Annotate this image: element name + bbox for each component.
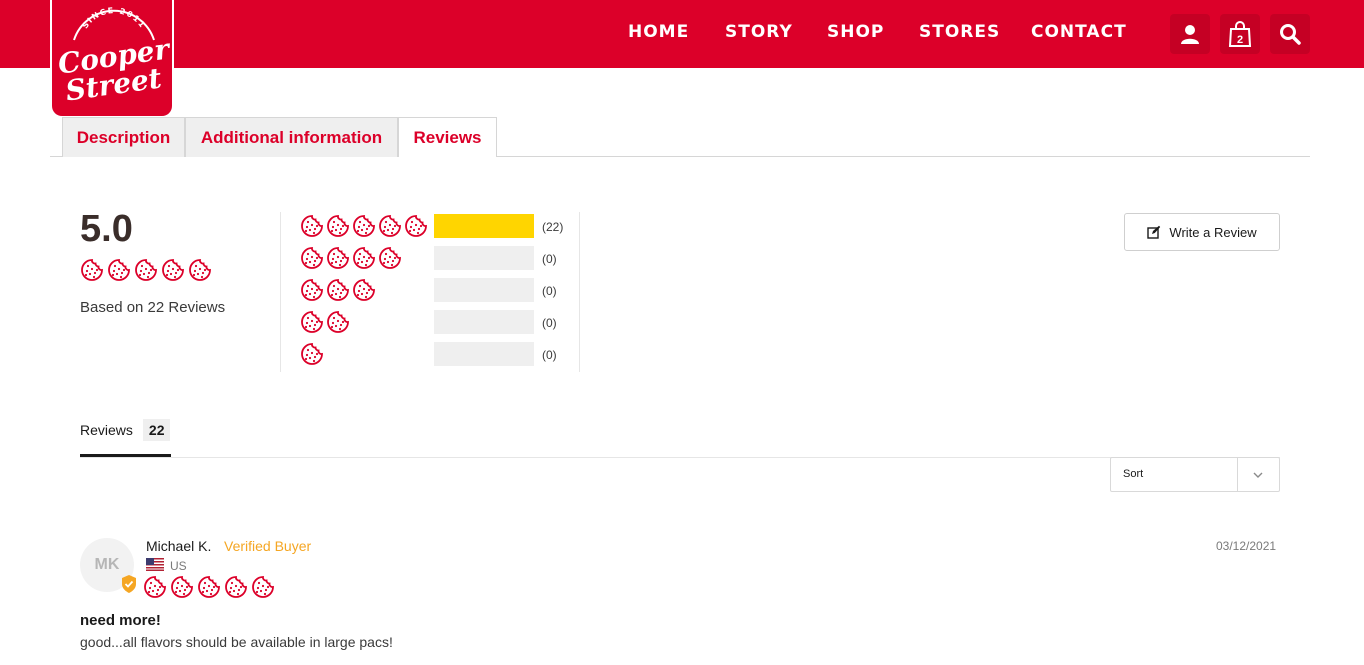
reviewer-name: Michael K. [146, 538, 212, 554]
chevron-down-icon [1253, 472, 1263, 478]
summary-divider-left [280, 212, 281, 372]
brand-logo[interactable]: SINCE 2011 Cooper Street [50, 0, 174, 118]
logo-since-text: SINCE 2011 [80, 6, 146, 30]
cookie-icon [405, 215, 427, 237]
cookie-icon [189, 259, 211, 281]
cookie-icon [327, 247, 349, 269]
histogram-bar [434, 310, 534, 334]
histogram-count: (0) [542, 284, 557, 298]
histogram-count: (22) [542, 220, 564, 234]
cart-button[interactable]: 2 [1220, 14, 1260, 54]
nav-story[interactable]: STORY [725, 22, 793, 42]
shopping-bag-icon: 2 [1228, 21, 1252, 47]
review-date: 03/12/2021 [1216, 539, 1277, 553]
svg-text:SINCE 2011: SINCE 2011 [80, 6, 147, 30]
nav-home[interactable]: HOME [628, 22, 689, 42]
edit-icon [1147, 225, 1161, 239]
cookie-icon [327, 279, 349, 301]
cookie-icon [301, 247, 323, 269]
tab-additional-information[interactable]: Additional information [185, 117, 398, 157]
summary-divider-right [579, 212, 580, 372]
histogram-cookies [300, 246, 402, 270]
account-button[interactable] [1170, 14, 1210, 54]
cookie-icon [327, 311, 349, 333]
write-review-button[interactable]: Write a Review [1124, 213, 1280, 251]
reviews-tab-label: Reviews [80, 422, 133, 438]
verified-badge-icon [122, 575, 136, 593]
histogram-cookies [300, 342, 324, 366]
sort-select[interactable]: Sort [1110, 457, 1280, 492]
histogram-cookies [300, 214, 428, 238]
cookie-icon [225, 576, 247, 598]
cookie-icon [144, 576, 166, 598]
cookie-icon [379, 215, 401, 237]
average-rating: 5.0 [80, 208, 133, 250]
cookie-icon [379, 247, 401, 269]
cookie-icon [301, 215, 323, 237]
nav-contact[interactable]: CONTACT [1031, 22, 1127, 42]
cookie-icon [108, 259, 130, 281]
cookie-icon [135, 259, 157, 281]
cart-count: 2 [1237, 34, 1243, 46]
us-flag-icon [146, 558, 164, 571]
review-body: good...all flavors should be available i… [80, 634, 393, 650]
cookie-icon [353, 279, 375, 301]
cookie-icon [301, 343, 323, 365]
reviews-tab-count: 22 [142, 419, 171, 441]
histogram-bar-fill [434, 214, 534, 238]
histogram-count: (0) [542, 252, 557, 266]
based-on-count: Based on 22 Reviews [80, 299, 226, 316]
tab-description[interactable]: Description [62, 117, 185, 157]
histogram-bar [434, 214, 534, 238]
sort-label: Sort [1123, 468, 1144, 480]
verified-buyer-label: Verified Buyer [224, 538, 312, 554]
reviews-divider [80, 457, 1280, 458]
cookie-icon [353, 215, 375, 237]
cookie-icon [162, 259, 184, 281]
cookie-icon [353, 247, 375, 269]
user-icon [1181, 25, 1199, 44]
review-title: need more! [80, 612, 161, 629]
cooper-street-logo-icon: SINCE 2011 Cooper Street [56, 6, 174, 108]
histogram-cookies [300, 310, 350, 334]
histogram-cookies [300, 278, 376, 302]
nav-shop[interactable]: SHOP [827, 22, 884, 42]
cookie-icon [81, 259, 103, 281]
cookie-icon [327, 215, 349, 237]
cookie-icon [198, 576, 220, 598]
tab-reviews[interactable]: Reviews [398, 117, 497, 157]
write-review-label: Write a Review [1169, 224, 1257, 240]
reviews-list-tab[interactable]: Reviews 22 [80, 419, 171, 441]
avatar-initials: MK [94, 556, 120, 573]
sort-divider [1237, 458, 1238, 491]
nav-stores[interactable]: STORES [919, 22, 1000, 42]
histogram-bar [434, 246, 534, 270]
cookie-icon [252, 576, 274, 598]
histogram-bar [434, 278, 534, 302]
search-icon [1280, 24, 1301, 45]
cookie-icon [301, 311, 323, 333]
search-button[interactable] [1270, 14, 1310, 54]
histogram-bar [434, 342, 534, 366]
histogram-count: (0) [542, 348, 557, 362]
reviewer-country: US [170, 559, 187, 573]
cookie-icon [301, 279, 323, 301]
review-cookie-rating [143, 575, 275, 599]
histogram-count: (0) [542, 316, 557, 330]
average-cookie-rating [80, 258, 212, 282]
cookie-icon [171, 576, 193, 598]
